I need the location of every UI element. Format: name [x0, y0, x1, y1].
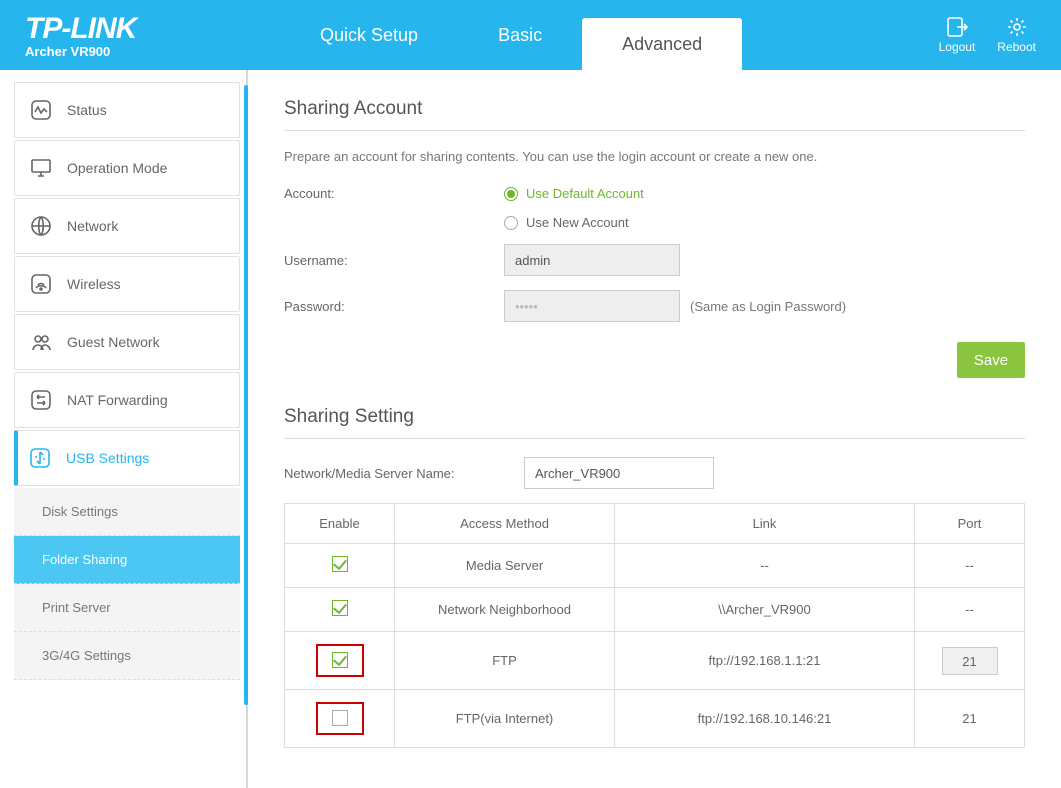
table-row: Media Server----	[285, 544, 1025, 588]
sidebar-item-label: Guest Network	[67, 334, 160, 350]
brand: TP-LINK Archer VR900	[0, 12, 280, 59]
sidebar-item-wireless[interactable]: Wireless	[14, 256, 240, 312]
col-link: Link	[615, 504, 915, 544]
sidebar-item-status[interactable]: Status	[14, 82, 240, 138]
cell-link: \\Archer_VR900	[615, 588, 915, 632]
cell-link: --	[615, 544, 915, 588]
header: TP-LINK Archer VR900 Quick Setup Basic A…	[0, 0, 1061, 70]
sub-item-folder-sharing[interactable]: Folder Sharing	[14, 536, 240, 584]
cell-link: ftp://192.168.1.1:21	[615, 632, 915, 690]
username-label: Username:	[284, 253, 504, 268]
password-label: Password:	[284, 299, 504, 314]
cell-port: 21	[915, 632, 1025, 690]
table-row: Network Neighborhood\\Archer_VR900--	[285, 588, 1025, 632]
enable-checkbox[interactable]	[332, 556, 348, 572]
username-field[interactable]	[504, 244, 680, 276]
sidebar-scrollbar[interactable]	[244, 85, 248, 705]
cell-enable	[285, 690, 395, 748]
sub-item-disk-settings[interactable]: Disk Settings	[14, 488, 240, 536]
radio-use-new-account[interactable]: Use New Account	[504, 215, 629, 230]
cell-port: 21	[915, 690, 1025, 748]
section-title-sharing-setting: Sharing Setting	[284, 406, 1025, 428]
sidebar-item-label: Network	[67, 218, 118, 234]
tab-advanced[interactable]: Advanced	[582, 18, 742, 70]
cell-method: FTP	[395, 632, 615, 690]
cell-method: Network Neighborhood	[395, 588, 615, 632]
cell-port: --	[915, 588, 1025, 632]
sharing-table: Enable Access Method Link Port Media Ser…	[284, 503, 1025, 748]
sidebar: Status Operation Mode Network Wireless G…	[0, 70, 248, 788]
globe-icon	[29, 214, 53, 238]
reboot-button[interactable]: Reboot	[997, 16, 1036, 54]
sidebar-item-label: Status	[67, 102, 107, 118]
usb-submenu: Disk Settings Folder Sharing Print Serve…	[14, 488, 240, 680]
save-button[interactable]: Save	[957, 342, 1025, 378]
col-enable: Enable	[285, 504, 395, 544]
status-icon	[29, 98, 53, 122]
sidebar-item-operation-mode[interactable]: Operation Mode	[14, 140, 240, 196]
usb-icon	[28, 446, 52, 470]
account-label: Account:	[284, 186, 504, 201]
radio-label: Use Default Account	[526, 186, 644, 201]
reboot-label: Reboot	[997, 40, 1036, 54]
reboot-icon	[1005, 16, 1029, 38]
radio-label: Use New Account	[526, 215, 629, 230]
sidebar-item-label: Wireless	[67, 276, 121, 292]
cell-port: --	[915, 544, 1025, 588]
top-nav: Quick Setup Basic Advanced	[280, 0, 939, 70]
sidebar-item-network[interactable]: Network	[14, 198, 240, 254]
enable-checkbox[interactable]	[332, 710, 348, 726]
top-right: Logout Reboot	[939, 16, 1061, 54]
main-content: Sharing Account Prepare an account for s…	[248, 70, 1061, 788]
sub-item-3g4g-settings[interactable]: 3G/4G Settings	[14, 632, 240, 680]
logout-button[interactable]: Logout	[939, 16, 976, 54]
tab-quick-setup[interactable]: Quick Setup	[280, 0, 458, 70]
section-title-sharing-account: Sharing Account	[284, 98, 1025, 120]
sharing-account-desc: Prepare an account for sharing contents.…	[284, 149, 1025, 164]
divider	[284, 130, 1025, 131]
radio-dot-icon	[504, 187, 518, 201]
sidebar-item-usb-settings[interactable]: USB Settings	[14, 430, 240, 486]
enable-checkbox[interactable]	[332, 652, 348, 668]
table-row: FTP(via Internet)ftp://192.168.10.146:21…	[285, 690, 1025, 748]
cell-enable	[285, 544, 395, 588]
radio-use-default-account[interactable]: Use Default Account	[504, 186, 644, 201]
logout-icon	[945, 16, 969, 38]
sidebar-item-label: Operation Mode	[67, 160, 167, 176]
cell-enable	[285, 632, 395, 690]
monitor-icon	[29, 156, 53, 180]
cell-method: Media Server	[395, 544, 615, 588]
sidebar-item-label: NAT Forwarding	[67, 392, 168, 408]
brand-logo: TP-LINK	[25, 12, 280, 46]
wifi-icon	[29, 272, 53, 296]
cell-method: FTP(via Internet)	[395, 690, 615, 748]
table-row: FTPftp://192.168.1.1:21 21	[285, 632, 1025, 690]
port-input[interactable]: 21	[942, 647, 998, 675]
server-name-label: Network/Media Server Name:	[284, 466, 524, 481]
password-field[interactable]	[504, 290, 680, 322]
sub-item-print-server[interactable]: Print Server	[14, 584, 240, 632]
sidebar-item-guest-network[interactable]: Guest Network	[14, 314, 240, 370]
cell-link: ftp://192.168.10.146:21	[615, 690, 915, 748]
col-access-method: Access Method	[395, 504, 615, 544]
sidebar-item-nat-forwarding[interactable]: NAT Forwarding	[14, 372, 240, 428]
logout-label: Logout	[939, 40, 976, 54]
sidebar-item-label: USB Settings	[66, 450, 149, 466]
col-port: Port	[915, 504, 1025, 544]
nat-icon	[29, 388, 53, 412]
password-hint: (Same as Login Password)	[690, 299, 846, 314]
divider	[284, 438, 1025, 439]
radio-dot-icon	[504, 216, 518, 230]
tab-basic[interactable]: Basic	[458, 0, 582, 70]
enable-checkbox[interactable]	[332, 600, 348, 616]
server-name-field[interactable]	[524, 457, 714, 489]
guests-icon	[29, 330, 53, 354]
brand-model: Archer VR900	[25, 44, 280, 59]
cell-enable	[285, 588, 395, 632]
